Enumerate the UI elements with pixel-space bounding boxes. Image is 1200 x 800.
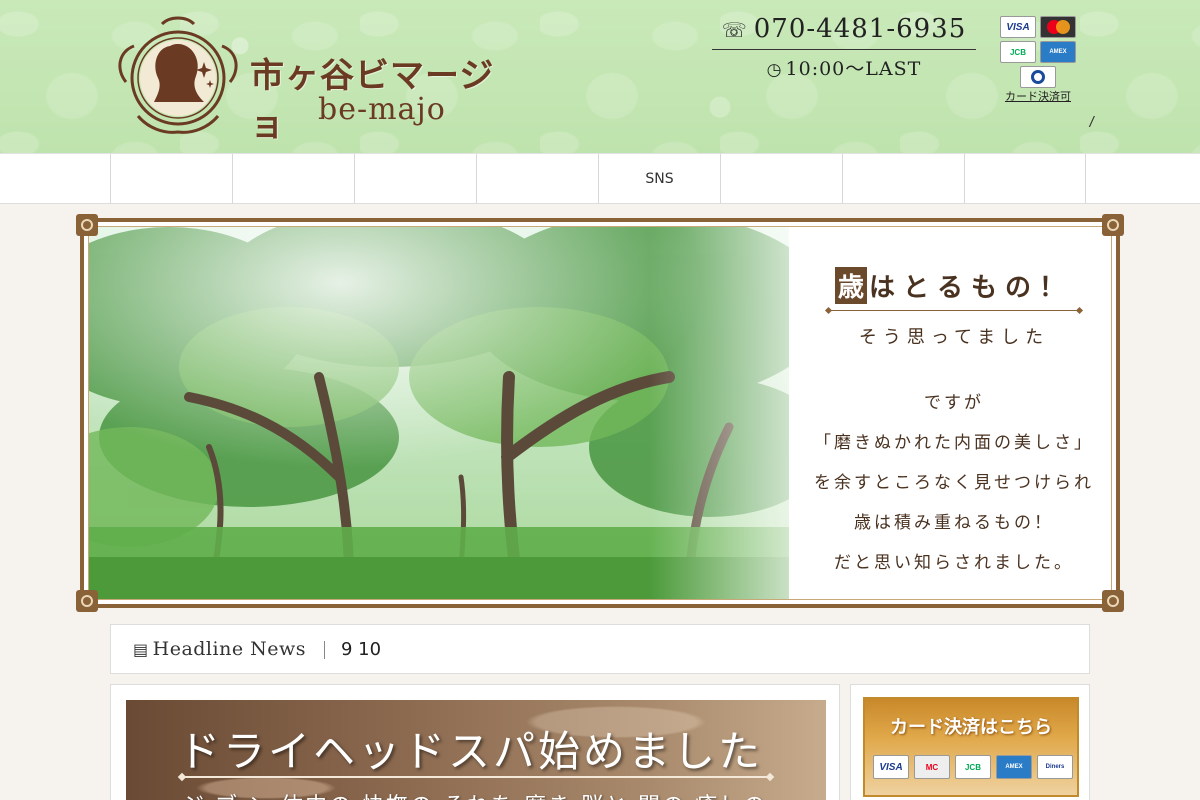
ornament-corner-icon — [76, 590, 98, 612]
hero-copy: 歳はとるもの！ そう思ってました ですが 「磨きぬかれた内面の美しさ」 を余すと… — [789, 227, 1111, 599]
site-logo[interactable]: 市ヶ谷ビマージョ be-majo — [112, 12, 512, 145]
global-nav: SNS — [0, 153, 1200, 204]
headline-news-item[interactable]: 9 10 — [341, 639, 381, 660]
contact-block: ☏ 070-4481-6935 ◷ 10:00～LAST — [712, 14, 976, 81]
nav-item-7[interactable] — [842, 154, 964, 204]
business-hours-text: 10:00～LAST — [785, 58, 922, 80]
main-content: ドライヘッドスパ始めました ジ ブ ン 体内の 快撫の それを 磨き 脳と 間の… — [110, 684, 840, 800]
spa-banner-title: ドライヘッドスパ始めました — [178, 727, 764, 776]
address-line-2: / — [1088, 115, 1096, 130]
hero-title-accent: 歳 — [834, 267, 867, 304]
nav-item-6[interactable] — [720, 154, 842, 204]
card-payment-banner-title: カード決済はこちら — [890, 717, 1052, 738]
mastercard-icon — [1040, 16, 1076, 38]
mastercard-icon: MC — [914, 755, 950, 779]
headline-news-label: ▤ Headline News — [133, 638, 306, 660]
jcb-card-icon: JCB — [1000, 41, 1036, 63]
hero-line: を余すところなく見せつけられ — [814, 473, 1094, 493]
phone-subtext — [712, 46, 976, 50]
hero-subtitle: そう思ってました — [858, 327, 1050, 348]
nav-item-2[interactable] — [232, 154, 354, 204]
jcb-card-icon: JCB — [955, 755, 991, 779]
amex-card-icon: AMEX — [1040, 41, 1076, 63]
nav-item-1[interactable] — [110, 154, 232, 204]
newspaper-icon: ▤ — [133, 640, 149, 659]
dry-head-spa-banner[interactable]: ドライヘッドスパ始めました ジ ブ ン 体内の 快撫の それを 磨き 脳と 間の… — [126, 700, 826, 800]
hero-banner: 歳はとるもの！ そう思ってました ですが 「磨きぬかれた内面の美しさ」 を余すと… — [76, 214, 1124, 612]
address-block: / — [1088, 113, 1096, 133]
hero-body: ですが 「磨きぬかれた内面の美しさ」 を余すところなく見せつけられ 歳は積み重ね… — [789, 383, 1111, 583]
amex-card-icon: AMEX — [996, 755, 1032, 779]
hero-title: 歳はとるもの！ — [789, 267, 1111, 304]
business-hours: ◷ 10:00～LAST — [712, 54, 976, 81]
hero-line: 「磨きぬかれた内面の美しさ」 — [814, 433, 1094, 453]
headline-news-label-text: Headline News — [152, 638, 306, 660]
hero-title-rest: はとるもの！ — [869, 273, 1074, 303]
logo-emblem-icon — [118, 16, 238, 134]
nav-item-4[interactable] — [476, 154, 598, 204]
nav-item-8[interactable] — [964, 154, 1086, 204]
hero-line: 歳は積み重ねるもの！ — [854, 513, 1054, 533]
ornament-corner-icon — [1102, 214, 1124, 236]
diners-card-icon — [1020, 66, 1056, 88]
site-header: 市ヶ谷ビマージョ be-majo ☏ 070-4481-6935 ◷ 10:00～L… — [0, 0, 1200, 153]
visa-card-icon: VISA — [873, 755, 909, 779]
nav-item-3[interactable] — [354, 154, 476, 204]
hero-divider — [829, 310, 1079, 311]
card-payment-note[interactable]: カード決済可 — [998, 88, 1078, 104]
spa-banner-divider — [182, 776, 770, 778]
phone-number[interactable]: ☏ 070-4481-6935 — [712, 14, 976, 44]
hero-line: だと思い知らされました。 — [834, 553, 1074, 573]
clock-icon: ◷ — [766, 60, 783, 80]
nav-item-sns[interactable]: SNS — [598, 154, 720, 204]
phone-number-text: 070-4481-6935 — [753, 14, 967, 44]
card-payment-banner[interactable]: カード決済はこちら VISA MC JCB AMEX Diners — [863, 697, 1079, 797]
headline-news-bar: ▤ Headline News 9 10 — [110, 624, 1090, 674]
spa-banner-subtitle: ジ ブ ン 体内の 快撫の それを 磨き 脳と 間の 癒しの — [182, 788, 767, 800]
ornament-corner-icon — [1102, 590, 1124, 612]
sidebar: カード決済はこちら VISA MC JCB AMEX Diners — [850, 684, 1090, 800]
divider — [324, 641, 325, 659]
logo-title-en: be-majo — [318, 92, 446, 127]
ornament-corner-icon — [76, 214, 98, 236]
hero-line: ですが — [924, 393, 984, 413]
phone-icon: ☏ — [721, 18, 748, 42]
diners-card-icon: Diners — [1037, 755, 1073, 779]
visa-card-icon: VISA — [1000, 16, 1036, 38]
card-logos: VISA MC JCB AMEX Diners — [873, 755, 1073, 779]
